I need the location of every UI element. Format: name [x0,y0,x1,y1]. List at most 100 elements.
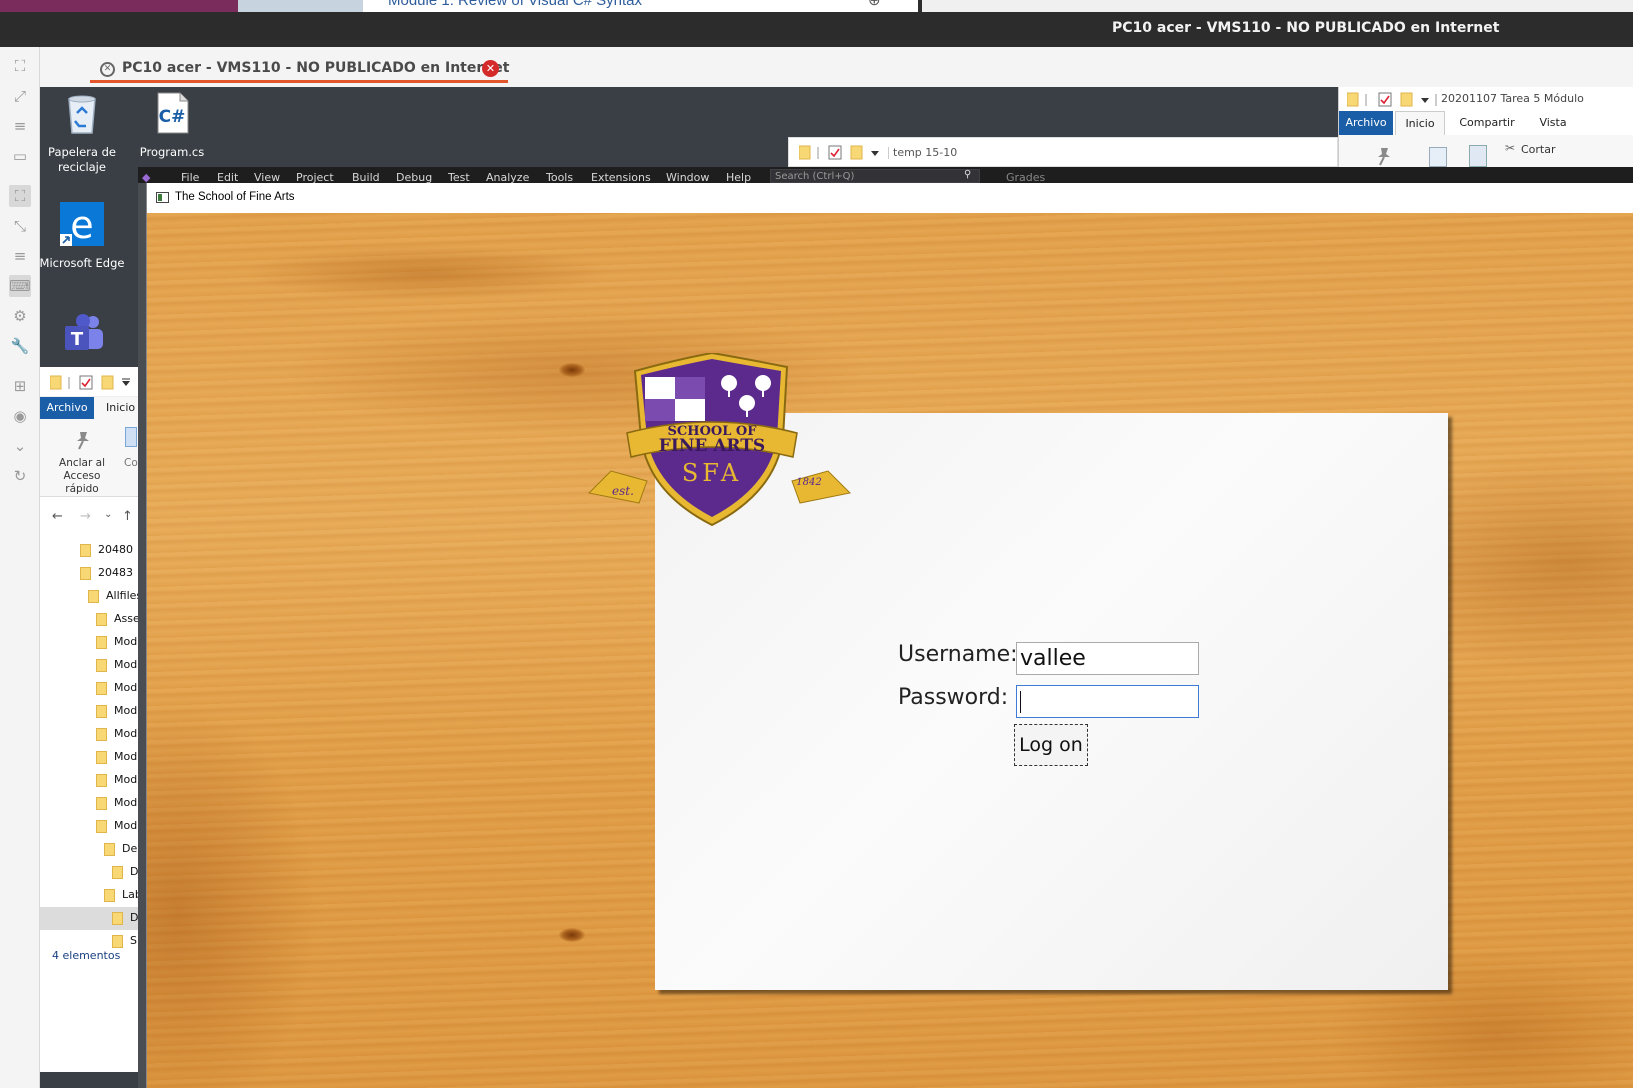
folder-tree-item[interactable]: Mod [40,792,142,815]
folder-tree-item[interactable]: Mod [40,815,142,838]
log-on-button[interactable]: Log on [1014,724,1088,766]
folder-tree-item[interactable]: Allfiles [40,585,142,608]
menu-analyze[interactable]: Analyze [486,171,529,183]
resize-icon[interactable]: ⤡ [9,215,31,237]
forward-icon[interactable]: → [80,509,91,524]
menu-help[interactable]: Help [726,171,751,183]
fullscreen-icon[interactable]: ⤢ [9,85,31,107]
disconnect-icon[interactable]: ↻ [9,465,31,487]
folder-tree-item[interactable]: Mod [40,746,142,769]
file-explorer-right: 20201107 Tarea 5 Módulo Archivo Inicio C… [1338,87,1633,167]
menu-icon[interactable]: ≡ [9,115,31,137]
folder-tree-item[interactable]: Der [40,838,142,861]
folder-icon [96,774,107,787]
scale-icon[interactable]: ⛶ [9,185,31,207]
menu-debug[interactable]: Debug [396,171,432,183]
menu-test[interactable]: Test [448,171,470,183]
host-tab-strip: Module 1: Review of Visual C# Syntax ⊕ [0,0,1633,12]
host-browser-tab[interactable]: Module 1: Review of Visual C# Syntax ⊕ [363,0,918,12]
pin-quick-access-label: Anclar al Acceso rápido [59,457,105,495]
quick-access-toolbar [40,367,142,397]
viewer-tab[interactable]: ✕ PC10 acer - VMS110 - NO PUBLICADO en I… [90,55,509,83]
add-icon[interactable]: ⊞ [9,375,31,397]
window-icon[interactable]: ▭ [9,145,31,167]
screenshot-icon[interactable]: ◉ [9,405,31,427]
folder-tree-item[interactable]: Asse [40,608,142,631]
desktop-icon-edge[interactable]: e Microsoft Edge [40,202,127,271]
teams-icon: T [65,314,103,350]
fit-screen-icon[interactable]: ⛶ [9,55,31,77]
back-icon[interactable]: ← [52,509,63,524]
menu-extensions[interactable]: Extensions [591,171,651,183]
folder-icon [96,820,107,833]
desktop-icon-program-cs[interactable]: C# Program.cs [127,91,217,160]
folder-tree-item[interactable]: Mod [40,723,142,746]
chevron-down-icon[interactable]: ⌄ [9,435,31,457]
copy-icon[interactable] [1429,147,1447,167]
quick-access-icons [799,145,889,160]
scissors-icon[interactable]: ✂ [1505,141,1515,155]
menu-project[interactable]: Project [296,171,334,183]
folder-tree-item[interactable]: 20483 [40,562,142,585]
folder-tree-item[interactable]: Mod [40,677,142,700]
desktop-icon-teams[interactable]: T [53,312,113,366]
folder-icon [96,751,107,764]
desktop-icon-label: Papelera de reciclaje [48,145,116,174]
menu-view[interactable]: View [254,171,280,183]
new-tab-icon[interactable]: ⊕ [868,0,881,9]
tab-archivo[interactable]: Archivo [1339,111,1393,135]
menu-tools[interactable]: Tools [546,171,573,183]
folder-tree-item[interactable]: Lab [40,884,142,907]
password-input[interactable] [1016,685,1199,718]
tab-inicio[interactable]: Inicio [106,397,135,419]
folder-icon [96,636,107,649]
crest-line2: FINE ARTS [659,436,765,456]
crest-year: 1842 [796,477,821,488]
preferences-icon[interactable]: ⚙ [9,305,31,327]
list-icon[interactable]: ≡ [9,245,31,267]
host-tab-menu[interactable] [238,0,363,12]
pin-icon[interactable] [1373,145,1395,167]
quick-access-icons [50,375,130,390]
up-icon[interactable]: ↑ [122,509,133,524]
folder-tree-item[interactable]: Mod [40,654,142,677]
keyboard-icon[interactable]: ⌨ [9,275,31,297]
folder-name: Asse [114,612,140,625]
explorer-title: 20201107 Tarea 5 Módulo [1441,92,1584,105]
tab-vista[interactable]: Vista [1529,111,1577,135]
menu-edit[interactable]: Edit [217,171,238,183]
menu-build[interactable]: Build [352,171,380,183]
tab-inicio[interactable]: Inicio [1395,111,1445,135]
username-input[interactable]: vallee [1016,642,1199,675]
folder-tree-item[interactable]: Mod [40,700,142,723]
svg-text:e: e [70,203,93,246]
school-crest-logo: SCHOOL OF FINE ARTS SFA est. 1842 [587,353,852,527]
remote-desktop: Papelera de reciclaje C# Program.cs e Mi… [40,87,1633,1088]
close-tab-icon[interactable]: ✕ [482,60,499,77]
vs-search-box[interactable]: Search (Ctrl+Q) ⚲ [770,169,980,183]
folder-tree-item[interactable]: 20480 [40,539,142,562]
folder-tree-item[interactable]: D [40,907,142,930]
paste-icon[interactable] [1469,145,1487,167]
tools-icon[interactable]: 🔧 [9,335,31,357]
desktop-icon-recycle-bin[interactable]: Papelera de reciclaje [40,91,127,175]
file-explorer-temp: temp 15-10 [788,137,1338,167]
explorer-title: temp 15-10 [893,146,958,159]
menu-window[interactable]: Window [666,171,709,183]
pin-icon[interactable] [72,429,94,451]
wood-background: Username: vallee Password: Log on SCHOOL… [147,213,1633,1088]
file-explorer-left: Archivo Inicio Anclar al Acceso rápido C… [40,367,142,1072]
recent-dropdown-icon[interactable]: ⌄ [104,509,112,520]
folder-icon [104,843,115,856]
vs-logo-icon: ◆ [142,171,151,183]
folder-icon [112,935,123,948]
tab-compartir[interactable]: Compartir [1449,111,1525,135]
folder-tree-item[interactable]: Mod [40,631,142,654]
folder-tree-item[interactable]: Mod [40,769,142,792]
wood-knot [559,928,585,942]
menu-file[interactable]: File [181,171,199,183]
folder-tree-item[interactable]: D [40,861,142,884]
copy-icon[interactable] [125,427,137,447]
tab-archivo[interactable]: Archivo [40,397,94,419]
viewer-toolbar: ⛶ ⤢ ≡ ▭ ⛶ ⤡ ≡ ⌨ ⚙ 🔧 ⊞ ◉ ⌄ ↻ [0,47,40,1088]
